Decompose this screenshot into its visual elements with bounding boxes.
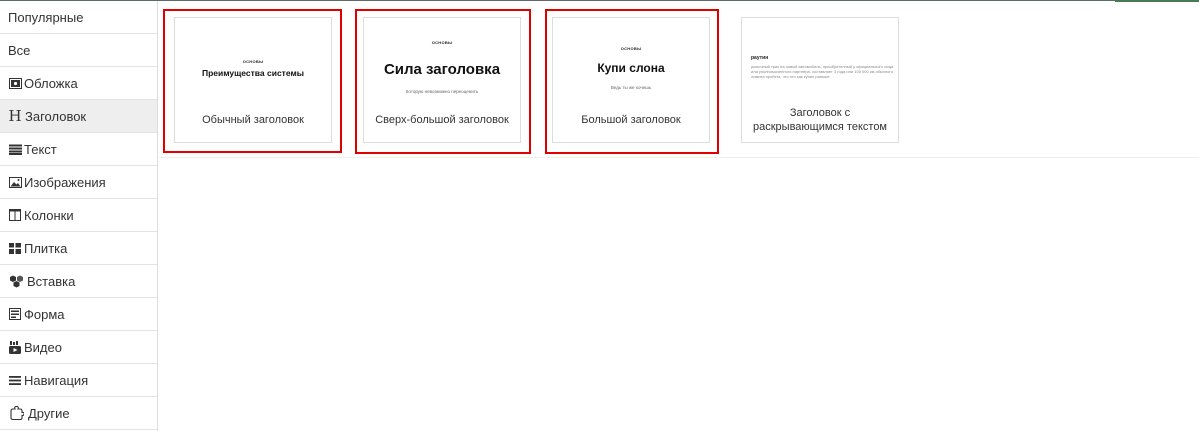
sidebar-item-label: Заголовок: [25, 108, 87, 124]
block-card-label: Большой заголовок: [581, 114, 681, 126]
block-preview: ОСНОВЫ Купи слона Ведь ты же хочешь: [553, 18, 709, 98]
block-card-extra-large-heading[interactable]: ОСНОВЫ Сила заголовка Которую невозможно…: [363, 17, 521, 143]
cover-icon: [8, 76, 22, 90]
sidebar-item-label: Плитка: [24, 240, 68, 256]
block-preview: ОСНОВЫ Сила заголовка Которую невозможно…: [364, 18, 520, 98]
block-gallery: ОСНОВЫ Преимущества системы Обычный заго…: [159, 1, 1199, 431]
preview-kicker: ОСНОВЫ: [431, 40, 453, 45]
form-icon: [8, 307, 22, 321]
puzzle-icon: [8, 406, 24, 420]
block-card-label: Заголовок с раскрывающимся текстом: [753, 107, 887, 133]
sidebar-item-heading[interactable]: H Заголовок: [0, 100, 157, 133]
block-category-sidebar: Популярные Все Обложка H Заголовок Текст…: [0, 1, 158, 431]
text-icon: [8, 142, 22, 156]
sidebar-item-label: Навигация: [24, 372, 89, 388]
sidebar-item-navigation[interactable]: Навигация: [0, 364, 157, 397]
sidebar-item-label: Изображения: [24, 174, 106, 190]
sidebar-item-label: Колонки: [24, 207, 74, 223]
sidebar-item-images[interactable]: Изображения: [0, 166, 157, 199]
preview-title: раутин: [751, 55, 769, 61]
youtube-icon: [8, 340, 22, 354]
block-card-label: Сверх-большой заголовок: [375, 114, 509, 126]
embed-icon: [8, 274, 24, 288]
sidebar-item-embed[interactable]: Вставка: [0, 265, 157, 298]
preview-title: Преимущества системы: [201, 68, 305, 78]
sidebar-item-label: Вставка: [27, 273, 76, 289]
sidebar-item-text[interactable]: Текст: [0, 133, 157, 166]
menu-icon: [8, 373, 22, 387]
preview-kicker: ОСНОВЫ: [242, 59, 264, 64]
sidebar-item-form[interactable]: Форма: [0, 298, 157, 331]
image-icon: [8, 175, 22, 189]
heading-icon: H: [8, 107, 22, 125]
block-preview: ОСНОВЫ Преимущества системы: [175, 18, 331, 98]
preview-subtitle: Ведь ты же хочешь: [610, 85, 652, 90]
preview-paragraph: рыночный трик на новый автомобиль, приоб…: [751, 64, 894, 79]
sidebar-item-label: Популярные: [8, 9, 84, 25]
sidebar-item-label: Все: [8, 42, 31, 58]
preview-title: Сила заголовка: [383, 61, 501, 78]
block-card-label: Обычный заголовок: [202, 114, 304, 126]
sidebar-item-columns[interactable]: Колонки: [0, 199, 157, 232]
block-card-large-heading[interactable]: ОСНОВЫ Купи слона Ведь ты же хочешь Боль…: [552, 17, 710, 143]
sidebar-item-tiles[interactable]: Плитка: [0, 232, 157, 265]
sidebar-item-label: Текст: [24, 141, 57, 157]
preview-kicker: ОСНОВЫ: [620, 46, 642, 51]
preview-subtitle: Которую невозможно переоценить: [405, 89, 479, 94]
sidebar-item-label: Форма: [24, 306, 65, 322]
preview-title: Купи слона: [597, 61, 665, 75]
block-card-regular-heading[interactable]: ОСНОВЫ Преимущества системы Обычный заго…: [174, 17, 332, 143]
columns-icon: [8, 208, 22, 222]
sidebar-item-all[interactable]: Все: [0, 34, 157, 67]
sidebar-item-label: Видео: [24, 339, 62, 355]
tiles-icon: [8, 241, 22, 255]
block-preview: раутин рыночный трик на новый автомобиль…: [742, 18, 898, 98]
sidebar-item-other[interactable]: Другие: [0, 397, 157, 430]
block-card-expandable-heading[interactable]: раутин рыночный трик на новый автомобиль…: [741, 17, 899, 143]
sidebar-item-video[interactable]: Видео: [0, 331, 157, 364]
sidebar-item-label: Другие: [28, 405, 70, 421]
sidebar-item-popular[interactable]: Популярные: [0, 1, 157, 34]
sidebar-item-label: Обложка: [24, 75, 78, 91]
sidebar-item-cover[interactable]: Обложка: [0, 67, 157, 100]
